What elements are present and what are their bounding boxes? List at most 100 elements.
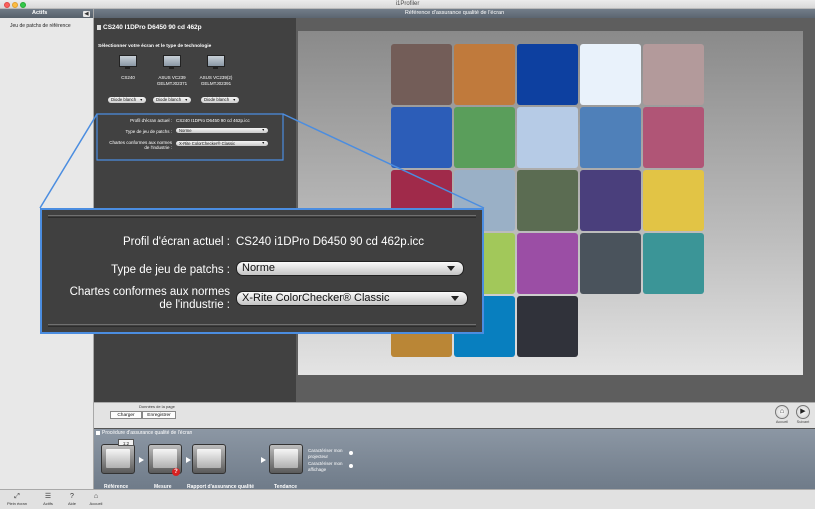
home-toolbar-button[interactable]: ⌂ Accueil — [84, 492, 108, 506]
measure-icon — [153, 449, 177, 468]
checkbox-icon[interactable] — [97, 25, 101, 30]
display-type-value: Diode blanch — [204, 97, 230, 102]
color-patch — [517, 233, 578, 294]
characterize-projector-link[interactable]: Caractériser mon projecteur — [308, 448, 343, 459]
zoom-charts-label-line: de l'industrie : — [159, 299, 230, 311]
sidebar-item-reference-patch-set[interactable]: Jeu de patchs de référence — [0, 18, 93, 29]
display-heading: Sélectionner votre écran et le type de t… — [98, 44, 212, 49]
breadcrumb: Référence d'assurance qualité de l'écran — [94, 9, 815, 18]
reference-icon — [106, 449, 130, 468]
color-patch — [454, 107, 515, 168]
help-icon: ? — [70, 493, 74, 500]
charts-select[interactable]: X-Rite ColorChecker® Classic ▼ — [176, 141, 268, 146]
monitor-icon — [119, 55, 137, 69]
report-icon — [197, 449, 221, 468]
color-patch — [517, 170, 578, 231]
zoom-callout-panel: Profil d'écran actuel : CS240 i1DPro D64… — [40, 208, 484, 334]
color-patch — [580, 107, 641, 168]
charts-label-line: de l'industrie : — [144, 145, 172, 150]
chevron-down-icon: ▼ — [184, 98, 188, 102]
color-patch — [643, 44, 704, 105]
patchset-value: Norme — [179, 128, 192, 133]
step-reference[interactable] — [101, 444, 135, 474]
zoom-charts-label: Chartes conformes aux normes de l'industr… — [42, 286, 230, 312]
app-window: i1Profiler Actifs ◀ Jeu de patchs de réf… — [0, 0, 815, 509]
next-button[interactable]: ▶ — [796, 405, 810, 419]
chevron-down-icon: ▼ — [261, 128, 265, 132]
display-option[interactable]: CS240 — [108, 55, 148, 81]
display-type-select[interactable]: Diode blanch ▼ — [201, 97, 239, 103]
sidebar-collapse-icon[interactable]: ◀ — [83, 10, 90, 17]
display-type-value: Diode blanch — [111, 97, 137, 102]
display-type-select[interactable]: Diode blanch ▼ — [108, 97, 146, 103]
color-patch — [391, 107, 452, 168]
arrow-icon — [349, 451, 353, 455]
workflow-title: Procédure d'assurance qualité de l'écran — [102, 430, 193, 436]
zoom-charts-select[interactable]: X-Rite ColorChecker® Classic — [236, 291, 468, 306]
chevron-down-icon — [449, 292, 461, 305]
title-bar: i1Profiler — [0, 0, 815, 9]
zoom-profile-label: Profil d'écran actuel : — [122, 236, 230, 248]
arrow-right-icon — [186, 457, 191, 463]
divider — [48, 215, 476, 218]
save-button[interactable]: Enregistrer — [142, 411, 176, 419]
toolbar-label: Plein écran — [6, 501, 27, 506]
color-patch — [517, 44, 578, 105]
monitor-icon — [163, 55, 181, 69]
color-patch — [517, 107, 578, 168]
display-type-select[interactable]: Diode blanch ▼ — [153, 97, 191, 103]
color-patch — [454, 44, 515, 105]
bottom-toolbar: ⤢ Plein écran ☰ Actifs ? Aide ⌂ Accueil — [0, 489, 815, 509]
home-button[interactable]: ⌂ — [775, 405, 789, 419]
display-option[interactable]: ASUS VC239(2) GELMTJ02391 — [196, 55, 236, 87]
toolbar-label: Accueil — [89, 501, 103, 506]
home-label: Accueil — [775, 420, 789, 424]
fullscreen-button[interactable]: ⤢ Plein écran — [5, 492, 29, 506]
display-option[interactable]: ASUS VC239 GELMTJ02371 — [152, 55, 192, 87]
arrow-icon — [349, 464, 353, 468]
zoom-charts-label-line: Chartes conformes aux normes — [69, 286, 230, 298]
color-patch — [643, 170, 704, 231]
play-icon: ▶ — [800, 408, 806, 415]
link-line: Caractériser mon — [308, 461, 343, 466]
fullscreen-icon: ⤢ — [14, 493, 20, 500]
charts-label: Chartes conformes aux normes de l'industr… — [94, 140, 172, 150]
help-button[interactable]: ? Aide — [60, 492, 84, 506]
next-label: Suivant — [796, 420, 810, 424]
link-line: affichage — [308, 466, 327, 472]
zoom-profile-value: CS240 i1DPro D6450 90 cd 462p.icc — [236, 236, 424, 248]
charts-value: X-Rite ColorChecker® Classic — [179, 141, 236, 146]
color-patch — [391, 44, 452, 105]
zoom-patchset-value: Norme — [242, 262, 276, 274]
profile-label: Profil d'écran actuel : — [130, 118, 172, 123]
load-button[interactable]: Charger — [110, 411, 142, 419]
assets-button[interactable]: ☰ Actifs — [36, 492, 60, 506]
checkbox-icon[interactable] — [96, 431, 100, 435]
list-icon: ☰ — [44, 493, 52, 500]
zoom-charts-value: X-Rite ColorChecker® Classic — [242, 292, 390, 304]
step-trend[interactable] — [269, 444, 303, 474]
sidebar-header-label: Actifs — [32, 10, 48, 16]
color-patch — [517, 296, 578, 357]
characterize-display-link[interactable]: Caractériser mon affichage — [308, 461, 343, 472]
step-badge: 1:2 — [118, 439, 134, 446]
page-data-label: Données de la page — [139, 404, 175, 409]
divider — [48, 324, 476, 327]
color-patch — [643, 107, 704, 168]
chevron-down-icon — [445, 262, 457, 275]
toolbar-label: Aide — [67, 501, 76, 506]
step-quality-report[interactable] — [192, 444, 226, 474]
display-type-value: Diode blanch — [156, 97, 182, 102]
patchset-select[interactable]: Norme ▼ — [176, 128, 268, 133]
display-serial: GELMTJ02371 — [156, 81, 188, 86]
zoom-patchset-label: Type de jeu de patchs : — [111, 264, 230, 276]
zoom-patchset-select[interactable]: Norme — [236, 261, 464, 276]
warning-icon: ? — [172, 468, 180, 476]
home-icon: ⌂ — [93, 493, 99, 500]
patchset-label: Type de jeu de patchs : — [125, 129, 172, 134]
arrow-right-icon — [261, 457, 266, 463]
profile-heading: CS240 I1DPro D6450 90 cd 462p — [103, 24, 202, 31]
link-line: projecteur — [308, 453, 329, 459]
color-patch — [580, 44, 641, 105]
chevron-down-icon: ▼ — [261, 141, 265, 145]
